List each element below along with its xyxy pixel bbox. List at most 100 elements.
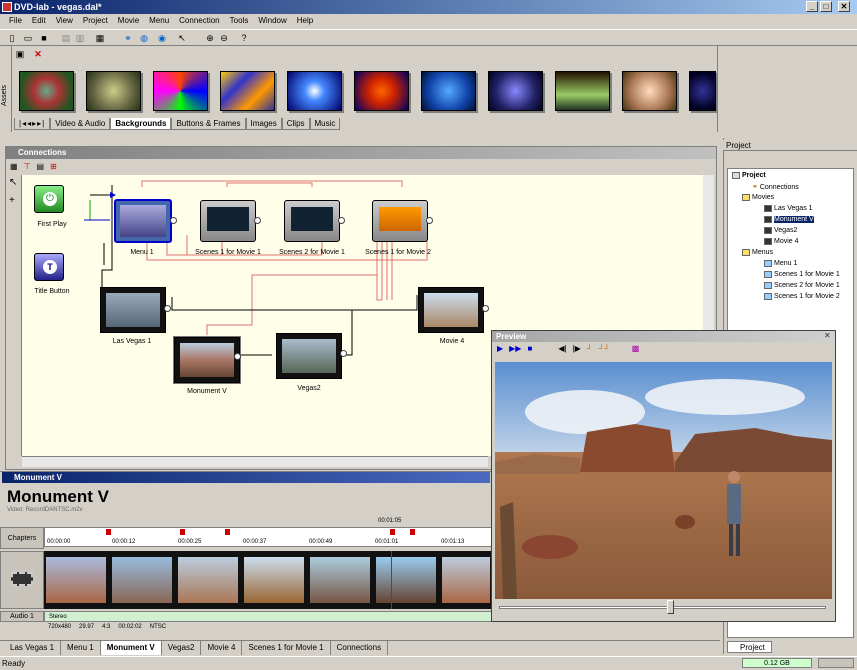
menu-window[interactable]: Window: [253, 14, 291, 29]
asset-view-icon[interactable]: ▣: [14, 48, 26, 60]
mark-out-icon[interactable]: ┘┘: [598, 344, 609, 353]
pointer-icon[interactable]: ↖: [176, 32, 188, 44]
node-pin[interactable]: [338, 217, 345, 224]
background-thumb[interactable]: [622, 71, 677, 111]
background-thumb[interactable]: [555, 71, 610, 111]
menu-view[interactable]: View: [51, 14, 78, 29]
tree-movie-item[interactable]: Movie 4: [764, 238, 799, 245]
open-icon[interactable]: ▭: [22, 32, 34, 44]
timeline-ruler[interactable]: 00:00:00 00:00:12 00:00:25 00:00:37 00:0…: [44, 527, 492, 547]
menu-project[interactable]: Project: [78, 14, 113, 29]
tab-music[interactable]: Music: [309, 118, 341, 130]
maximize-button[interactable]: □: [820, 1, 832, 12]
background-thumb[interactable]: [488, 71, 543, 111]
preview-slider[interactable]: [499, 606, 826, 609]
menu-tools[interactable]: Tools: [225, 14, 254, 29]
node-pin[interactable]: [254, 217, 261, 224]
connections-hscroll[interactable]: [22, 456, 488, 467]
background-thumb[interactable]: [220, 71, 275, 111]
tab-movie-4[interactable]: Movie 4: [201, 641, 243, 655]
tab-vegas2[interactable]: Vegas2: [162, 641, 202, 655]
tree-movie-item[interactable]: Las Vegas 1: [764, 205, 813, 212]
menu-edit[interactable]: Edit: [27, 14, 51, 29]
node-pin[interactable]: [426, 217, 433, 224]
tree-movies[interactable]: Movies: [742, 194, 774, 201]
tree-menu-item[interactable]: Menu 1: [764, 260, 797, 267]
prev-frame-icon[interactable]: ◀|: [558, 344, 566, 353]
vegas2-node[interactable]: [276, 333, 342, 379]
copy-icon[interactable]: ▤: [60, 32, 72, 44]
chapter-marker[interactable]: [180, 529, 185, 535]
stop-icon[interactable]: ■: [527, 344, 532, 353]
node-pin[interactable]: [234, 353, 241, 360]
fast-play-icon[interactable]: ▶▶: [509, 344, 521, 353]
menu-connection[interactable]: Connection: [174, 14, 224, 29]
node-pin[interactable]: [340, 350, 347, 357]
menu-file[interactable]: File: [4, 14, 27, 29]
scenes-movie2-node[interactable]: [372, 200, 428, 242]
compile-icon[interactable]: ◉: [156, 32, 168, 44]
close-button[interactable]: ✕: [838, 1, 850, 12]
chapter-marker[interactable]: [106, 529, 111, 535]
background-thumb[interactable]: [153, 71, 208, 111]
menu-menu[interactable]: Menu: [144, 14, 174, 29]
tab-backgrounds[interactable]: Backgrounds: [110, 118, 172, 130]
audio-track[interactable]: Stereo: [44, 611, 492, 622]
scenes1-node[interactable]: [200, 200, 256, 242]
tab-clips[interactable]: Clips: [281, 118, 310, 130]
monument-node[interactable]: [173, 336, 241, 384]
tree-menu-item[interactable]: Scenes 1 for Movie 1: [764, 271, 840, 278]
snapshot-icon[interactable]: ▩: [632, 344, 640, 353]
tree-connections[interactable]: ⚭ Connections: [752, 183, 799, 192]
lasvegas1-node[interactable]: [100, 287, 166, 333]
tab-monument-v[interactable]: Monument V: [100, 641, 162, 655]
grid-icon[interactable]: ▤: [37, 162, 45, 172]
playhead[interactable]: [391, 551, 392, 609]
background-thumb[interactable]: [287, 71, 342, 111]
menu-help[interactable]: Help: [292, 14, 318, 29]
tree-menus[interactable]: Menus: [742, 249, 773, 256]
select-tool-icon[interactable]: ↖: [9, 177, 17, 188]
background-thumb[interactable]: [689, 71, 716, 111]
menu1-node[interactable]: [114, 199, 172, 243]
movie4-node[interactable]: [418, 287, 484, 333]
next-frame-icon[interactable]: |▶: [573, 344, 581, 353]
delete-icon[interactable]: ✕: [32, 48, 44, 60]
title-button-node[interactable]: T: [34, 253, 64, 281]
menu-movie[interactable]: Movie: [113, 14, 144, 29]
tree-movie-item[interactable]: Monument V: [764, 216, 814, 223]
tab-video-audio[interactable]: Video & Audio: [50, 118, 111, 130]
node-pin[interactable]: [482, 305, 489, 312]
play-icon[interactable]: ▶: [497, 344, 503, 353]
tab-scroll[interactable]: |◂◂▸▸|: [14, 118, 51, 130]
link-icon[interactable]: ⚭: [122, 32, 134, 44]
background-thumb[interactable]: [354, 71, 409, 111]
tree-menu-item[interactable]: Scenes 2 for Movie 1: [764, 282, 840, 289]
chapter-marker[interactable]: [390, 529, 395, 535]
tab-scenes-1[interactable]: Scenes 1 for Movie 1: [242, 641, 331, 655]
zoom-out-icon[interactable]: ⊖: [218, 32, 230, 44]
video-strip[interactable]: [44, 551, 492, 609]
tree-root[interactable]: Project: [732, 172, 766, 179]
first-play-node[interactable]: ⏻: [34, 185, 64, 213]
arrange-icon[interactable]: ⊞: [50, 162, 57, 172]
tab-menu-1[interactable]: Menu 1: [61, 641, 101, 655]
globe-icon[interactable]: ◍: [138, 32, 150, 44]
tab-buttons-frames[interactable]: Buttons & Frames: [171, 118, 246, 130]
background-thumb[interactable]: [86, 71, 141, 111]
layout-icon[interactable]: ▦: [10, 162, 18, 172]
node-pin[interactable]: [164, 305, 171, 312]
project-tab[interactable]: Project: [727, 641, 772, 653]
background-thumb[interactable]: [19, 71, 74, 111]
zoom-in-icon[interactable]: ⊕: [204, 32, 216, 44]
save-icon[interactable]: ■: [38, 32, 50, 44]
scenes2-node[interactable]: [284, 200, 340, 242]
tab-las-vegas-1[interactable]: Las Vegas 1: [4, 641, 62, 655]
link-mode-icon[interactable]: ⊤: [24, 162, 31, 172]
add-tool-icon[interactable]: +: [9, 195, 15, 206]
paste-icon[interactable]: ▥: [74, 32, 86, 44]
tree-movie-item[interactable]: Vegas2: [764, 227, 797, 234]
slider-thumb[interactable]: [667, 600, 674, 614]
background-thumb[interactable]: [421, 71, 476, 111]
help-icon[interactable]: ?: [238, 32, 250, 44]
